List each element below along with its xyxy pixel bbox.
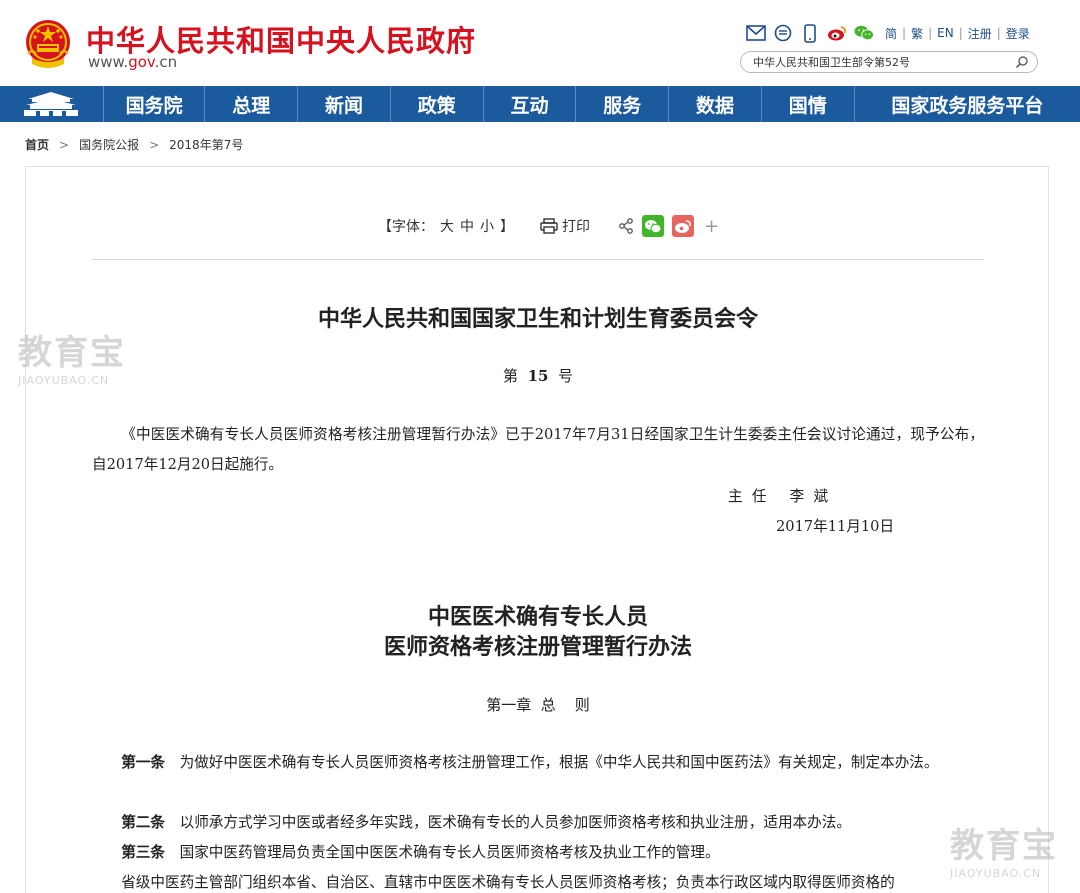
breadcrumb: 首页 > 国务院公报 > 2018年第7号 <box>25 136 243 153</box>
divider <box>92 259 984 260</box>
article-label: 第一条 <box>121 754 165 771</box>
lang-english-link[interactable]: EN <box>937 26 954 40</box>
nav-item-interaction[interactable]: 互动 <box>484 86 577 122</box>
nav-item-gov-service-platform[interactable]: 国家政务服务平台 <box>855 86 1080 122</box>
nav-item-national-info[interactable]: 国情 <box>762 86 855 122</box>
article-1: 第一条 为做好中医医术确有专长人员医师资格考核注册管理工作，根据《中华人民共和国… <box>92 748 984 778</box>
lang-traditional-link[interactable]: 繁 <box>911 25 923 42</box>
font-size-control: 【字体： 大 中 小 】 <box>378 216 514 236</box>
font-label-close: 】 <box>500 219 514 235</box>
font-label: 【字体： <box>378 219 434 235</box>
tiananmen-icon <box>24 92 79 116</box>
chapter-heading: 第一章 总 则 <box>486 696 590 714</box>
article-container: 【字体： 大 中 小 】 打印 + 中华人民共和国国家卫生和计划生育委员会令 第… <box>25 166 1049 893</box>
document-number: 第 15 号 <box>26 365 1050 386</box>
law-title-line2: 医师资格考核注册管理暂行办法 <box>383 634 692 660</box>
nav-item-policy[interactable]: 政策 <box>391 86 484 122</box>
mail-icon[interactable] <box>746 23 766 43</box>
wechat-icon[interactable] <box>854 23 874 43</box>
url-suffix: .cn <box>154 53 178 71</box>
wechat-share-button[interactable] <box>642 215 664 237</box>
article-text: 为做好中医医术确有专长人员医师资格考核注册管理工作，根据《中华人民共和国中医药法… <box>179 754 939 771</box>
article-text: 国家中医药管理局负责全国中医医术确有专长人员医师资格考核及执业工作的管理。 <box>179 844 720 861</box>
main-nav: 国务院 总理 新闻 政策 互动 服务 数据 国情 国家政务服务平台 <box>0 86 1080 122</box>
printer-icon <box>540 218 558 234</box>
partial-paragraph: 省级中医药主管部门组织本省、自治区、直辖市中医医术确有专长人员医师资格考核；负责… <box>121 874 895 891</box>
weibo-share-button[interactable] <box>672 215 694 237</box>
breadcrumb-separator: > <box>149 137 160 152</box>
search-icon[interactable] <box>1013 54 1031 70</box>
more-share-button[interactable]: + <box>704 216 719 237</box>
top-tools: 简 | 繁 | EN | 注册 | 登录 <box>746 22 1030 44</box>
font-medium-button[interactable]: 中 <box>460 216 474 236</box>
nav-item-data[interactable]: 数据 <box>669 86 762 122</box>
register-link[interactable]: 注册 <box>968 25 992 42</box>
site-url[interactable]: www.gov.cn <box>88 53 177 71</box>
article-2: 第二条 以师承方式学习中医或者经多年实践，医术确有专长的人员参加医师资格考核和执… <box>92 808 984 838</box>
nav-item-premier[interactable]: 总理 <box>205 86 299 122</box>
wechat-icon <box>645 219 662 233</box>
article-text: 以师承方式学习中医或者经多年实践，医术确有专长的人员参加医师资格考核和执业注册，… <box>179 814 851 831</box>
article-label: 第二条 <box>121 814 165 831</box>
breadcrumb-issue[interactable]: 2018年第7号 <box>169 136 243 153</box>
top-links: 简 | 繁 | EN | 注册 | 登录 <box>885 25 1030 42</box>
separator: | <box>928 26 933 40</box>
url-prefix: www. <box>88 53 129 71</box>
share-control: + <box>618 215 719 237</box>
nav-item-services[interactable]: 服务 <box>576 86 670 122</box>
separator: | <box>902 26 907 40</box>
url-gov: gov <box>128 53 155 71</box>
sign-date: 2017年11月10日 <box>776 518 895 535</box>
lang-simplified-link[interactable]: 简 <box>885 25 897 42</box>
article-toolbar: 【字体： 大 中 小 】 打印 + <box>378 215 719 237</box>
separator: | <box>958 26 963 40</box>
document-title: 中华人民共和国国家卫生和计划生育委员会令 <box>317 306 758 332</box>
nav-item-news[interactable]: 新闻 <box>298 86 391 122</box>
document-number-value: 15 <box>527 367 549 385</box>
font-large-button[interactable]: 大 <box>440 216 454 236</box>
breadcrumb-separator: > <box>59 137 70 152</box>
document-number-suffix: 号 <box>548 367 573 385</box>
law-title-line1: 中医医术确有专长人员 <box>427 604 648 630</box>
breadcrumb-bulletin[interactable]: 国务院公报 <box>79 136 139 153</box>
print-label: 打印 <box>562 219 590 235</box>
weibo-icon <box>675 219 691 233</box>
weibo-icon[interactable] <box>827 23 847 43</box>
login-link[interactable]: 登录 <box>1006 25 1030 42</box>
share-icon[interactable] <box>618 218 634 234</box>
national-emblem-icon[interactable] <box>24 18 72 72</box>
document-number-prefix: 第 <box>503 367 528 385</box>
message-icon[interactable] <box>773 23 793 43</box>
article-label: 第三条 <box>121 844 165 861</box>
nav-home[interactable] <box>0 86 104 122</box>
separator: | <box>996 26 1001 40</box>
breadcrumb-home[interactable]: 首页 <box>25 136 49 153</box>
mobile-icon[interactable] <box>800 23 820 43</box>
print-button[interactable]: 打印 <box>540 216 590 236</box>
search-input[interactable] <box>753 54 1008 70</box>
nav-item-state-council[interactable]: 国务院 <box>104 86 206 122</box>
font-small-button[interactable]: 小 <box>480 216 494 236</box>
site-header: 中华人民共和国中央人民政府 www.gov.cn 简 | 繁 | EN | 注册… <box>0 0 1080 86</box>
document-intro: 《中医医术确有专长人员医师资格考核注册管理暂行办法》已于2017年7月31日经国… <box>92 426 984 473</box>
signer: 主 任 李 斌 <box>728 488 829 505</box>
search-box <box>740 51 1038 73</box>
article-3: 第三条 国家中医药管理局负责全国中医医术确有专长人员医师资格考核及执业工作的管理… <box>92 838 984 868</box>
